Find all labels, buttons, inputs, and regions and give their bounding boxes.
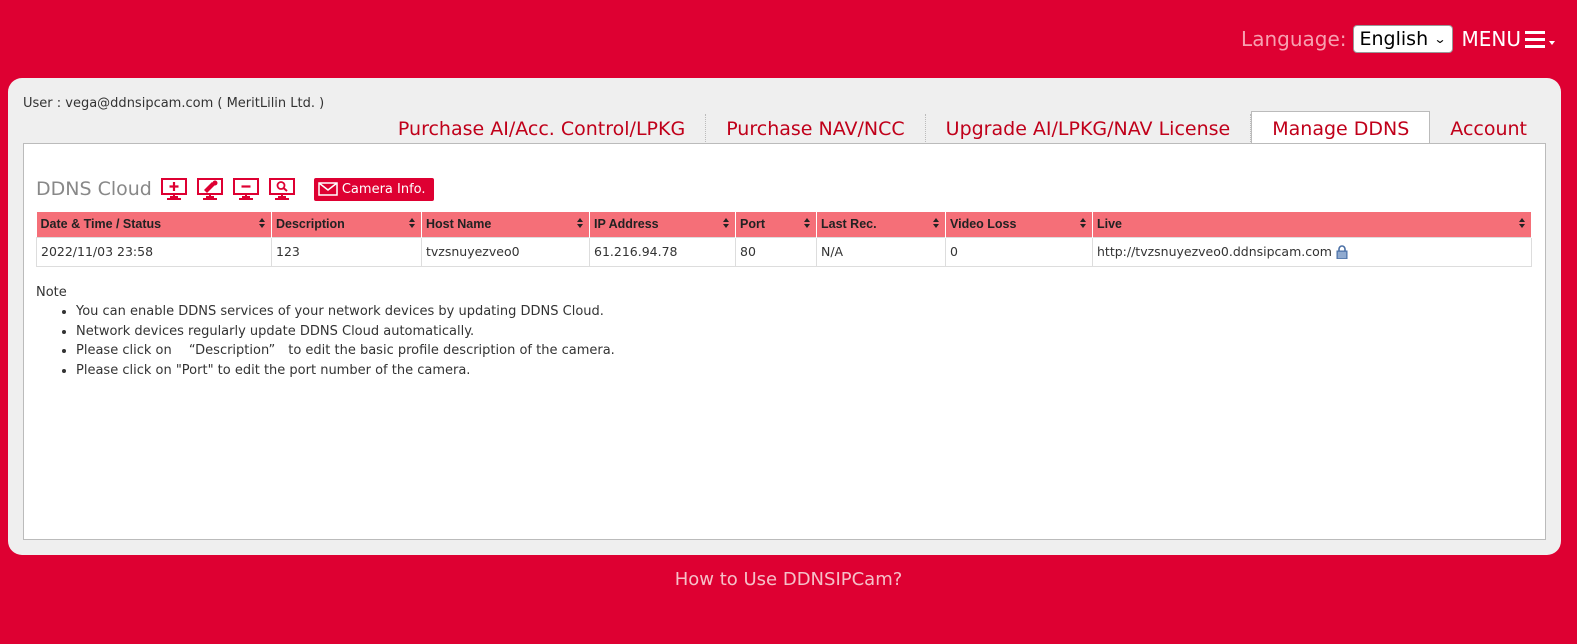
note-item: Please click on “Description” to edit th… <box>76 341 615 361</box>
sort-icon <box>1080 218 1086 228</box>
cell-port[interactable]: 80 <box>735 236 817 267</box>
sort-icon <box>409 218 415 228</box>
language-label: Language: <box>1241 27 1347 51</box>
note-title: Note <box>36 285 67 300</box>
remove-device-icon[interactable] <box>232 177 260 201</box>
cell-video-loss: 0 <box>945 236 1093 267</box>
main-panel: User : vega@ddnsipcam.com ( MeritLilin L… <box>8 78 1561 555</box>
chevron-down-icon: ⌄ <box>1433 32 1448 46</box>
tab-manage-ddns[interactable]: Manage DDNS <box>1251 111 1431 145</box>
cell-description[interactable]: 123 <box>271 236 422 267</box>
tab-account[interactable]: Account <box>1430 114 1547 144</box>
cell-datetime: 2022/11/03 23:58 <box>36 236 272 267</box>
edit-device-icon[interactable] <box>196 177 224 201</box>
ddns-toolbar: DDNS Cloud Camera Info. <box>36 177 434 201</box>
section-title: DDNS Cloud <box>36 178 152 200</box>
column-header-description[interactable]: Description <box>271 212 422 237</box>
column-header-video-loss[interactable]: Video Loss <box>945 212 1093 237</box>
tab-upgrade-license[interactable]: Upgrade AI/LPKG/NAV License <box>926 114 1252 144</box>
language-select[interactable]: English ⌄ <box>1352 25 1453 53</box>
cell-hostname: tvzsnuyezveo0 <box>421 236 590 267</box>
table-row: 2022/11/03 23:58 123 tvzsnuyezveo0 61.21… <box>36 236 1532 267</box>
tab-purchase-ai[interactable]: Purchase AI/Acc. Control/LPKG <box>378 114 707 144</box>
search-device-icon[interactable] <box>268 177 296 201</box>
add-device-icon[interactable] <box>160 177 188 201</box>
column-header-datetime[interactable]: Date & Time / Status <box>36 212 272 237</box>
column-header-port[interactable]: Port <box>735 212 817 237</box>
how-to-use-link[interactable]: How to Use DDNSIPCam? <box>0 569 1577 590</box>
tab-purchase-nav[interactable]: Purchase NAV/NCC <box>706 114 926 144</box>
lock-icon <box>1336 245 1348 260</box>
column-header-last-rec[interactable]: Last Rec. <box>816 212 946 237</box>
sort-icon <box>933 218 939 228</box>
note-list: You can enable DDNS services of your net… <box>76 302 615 380</box>
menu-label: MENU <box>1461 27 1522 51</box>
tab-bar: Purchase AI/Acc. Control/LPKG Purchase N… <box>378 111 1547 145</box>
sort-icon <box>577 218 583 228</box>
cell-last-rec: N/A <box>816 236 946 267</box>
envelope-icon <box>318 182 338 196</box>
live-link[interactable]: http://tvzsnuyezveo0.ddnsipcam.com <box>1097 244 1332 259</box>
ddns-table: Date & Time / Status Description Host Na… <box>36 212 1532 267</box>
column-header-hostname[interactable]: Host Name <box>421 212 590 237</box>
column-header-ip[interactable]: IP Address <box>589 212 736 237</box>
camera-info-button[interactable]: Camera Info. <box>313 177 434 201</box>
sort-icon <box>1519 218 1525 228</box>
cell-ip: 61.216.94.78 <box>589 236 736 267</box>
caret-down-icon <box>1549 41 1555 45</box>
top-bar: Language: English ⌄ MENU <box>1241 24 1555 54</box>
sort-icon <box>804 218 810 228</box>
content-area: DDNS Cloud Camera Info. Date & Time / St… <box>23 143 1546 540</box>
column-header-live[interactable]: Live <box>1092 212 1532 237</box>
note-section: Note You can enable DDNS services of you… <box>36 285 615 380</box>
cell-live[interactable]: http://tvzsnuyezveo0.ddnsipcam.com <box>1092 236 1532 267</box>
language-selected-value: English <box>1359 28 1429 50</box>
note-item: Network devices regularly update DDNS Cl… <box>76 322 615 342</box>
user-info: User : vega@ddnsipcam.com ( MeritLilin L… <box>23 96 325 111</box>
table-header-row: Date & Time / Status Description Host Na… <box>36 212 1532 237</box>
sort-icon <box>259 218 265 228</box>
menu-button[interactable]: MENU <box>1461 27 1555 51</box>
note-item: You can enable DDNS services of your net… <box>76 302 615 322</box>
camera-info-label: Camera Info. <box>341 181 426 197</box>
hamburger-icon <box>1525 30 1545 48</box>
note-item: Please click on "Port" to edit the port … <box>76 361 615 381</box>
sort-icon <box>723 218 729 228</box>
